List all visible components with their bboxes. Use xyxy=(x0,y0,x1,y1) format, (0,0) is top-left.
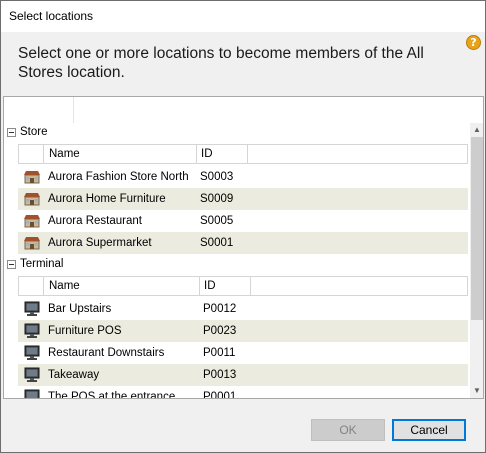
store-icon xyxy=(24,237,40,250)
terminal-icon xyxy=(24,345,40,360)
title-bar[interactable]: Select locations xyxy=(1,1,485,32)
location-id: P0013 xyxy=(203,369,237,381)
location-id: P0001 xyxy=(203,391,237,399)
group-label: Store xyxy=(20,126,48,138)
window-title: Select locations xyxy=(9,9,94,23)
location-id: S0009 xyxy=(200,193,234,205)
id-column-header[interactable]: ID xyxy=(197,145,248,163)
store-icon xyxy=(24,171,40,184)
vertical-scrollbar[interactable]: ▲ ▼ xyxy=(470,123,483,398)
group-header-terminal[interactable]: Terminal xyxy=(4,257,470,273)
id-column-header[interactable]: ID xyxy=(200,277,251,295)
help-icon[interactable]: ? xyxy=(466,35,481,50)
location-name: Restaurant Downstairs xyxy=(48,347,165,359)
scroll-down-arrow-icon[interactable]: ▼ xyxy=(470,384,483,398)
scroll-up-arrow-icon[interactable]: ▲ xyxy=(470,123,483,137)
table-row[interactable]: Furniture POS P0023 xyxy=(18,320,468,342)
row-selector-header[interactable] xyxy=(19,145,44,163)
location-name: Aurora Supermarket xyxy=(48,237,152,249)
location-id: P0023 xyxy=(203,325,237,337)
table-row[interactable]: Takeaway P0013 xyxy=(18,364,468,386)
table-row[interactable]: Bar Upstairs P0012 xyxy=(18,298,468,320)
location-name: The POS at the entrance xyxy=(48,391,176,399)
terminal-icon xyxy=(24,323,40,338)
store-column-header: Name ID xyxy=(18,144,468,164)
location-id: P0011 xyxy=(203,347,236,359)
location-name: Bar Upstairs xyxy=(48,303,112,315)
terminal-icon xyxy=(24,389,40,398)
location-name: Furniture POS xyxy=(48,325,122,337)
ok-button[interactable]: OK xyxy=(311,419,385,441)
table-row[interactable]: Aurora Fashion Store North S0003 xyxy=(18,166,468,188)
location-name: Aurora Fashion Store North xyxy=(48,171,189,183)
cancel-button[interactable]: Cancel xyxy=(392,419,466,441)
table-row[interactable]: The POS at the entrance P0001 xyxy=(18,386,468,399)
scroll-thumb[interactable] xyxy=(471,137,483,320)
group-header-store[interactable]: Store xyxy=(4,125,470,141)
location-name: Aurora Restaurant xyxy=(48,215,142,227)
dialog-footer: OK Cancel xyxy=(1,401,485,452)
location-id: S0003 xyxy=(200,171,234,183)
location-id: S0001 xyxy=(200,237,234,249)
name-column-header[interactable]: Name xyxy=(45,277,200,295)
name-column-header[interactable]: Name xyxy=(45,145,197,163)
terminal-icon xyxy=(24,367,40,382)
location-id: S0005 xyxy=(200,215,234,227)
location-name: Takeaway xyxy=(48,369,100,381)
instruction-header: Select one or more locations to become m… xyxy=(1,32,485,94)
row-selector-header[interactable] xyxy=(19,277,44,295)
locations-list: Store Name ID Aurora Fashion Store North… xyxy=(3,96,484,399)
terminal-icon xyxy=(24,301,40,316)
location-id: P0012 xyxy=(203,303,237,315)
terminal-column-header: Name ID xyxy=(18,276,468,296)
collapse-icon[interactable] xyxy=(7,128,16,137)
table-row[interactable]: Aurora Supermarket S0001 xyxy=(18,232,468,254)
instruction-text: Select one or more locations to become m… xyxy=(18,45,424,81)
store-icon xyxy=(24,215,40,228)
column-separator xyxy=(73,97,74,123)
table-row[interactable]: Restaurant Downstairs P0011 xyxy=(18,342,468,364)
table-row[interactable]: Aurora Restaurant S0005 xyxy=(18,210,468,232)
group-label: Terminal xyxy=(20,258,64,270)
collapse-icon[interactable] xyxy=(7,260,16,269)
table-row[interactable]: Aurora Home Furniture S0009 xyxy=(18,188,468,210)
select-locations-dialog: Select locations Select one or more loca… xyxy=(0,0,486,453)
store-icon xyxy=(24,193,40,206)
list-top-strip xyxy=(4,97,470,123)
location-name: Aurora Home Furniture xyxy=(48,193,166,205)
